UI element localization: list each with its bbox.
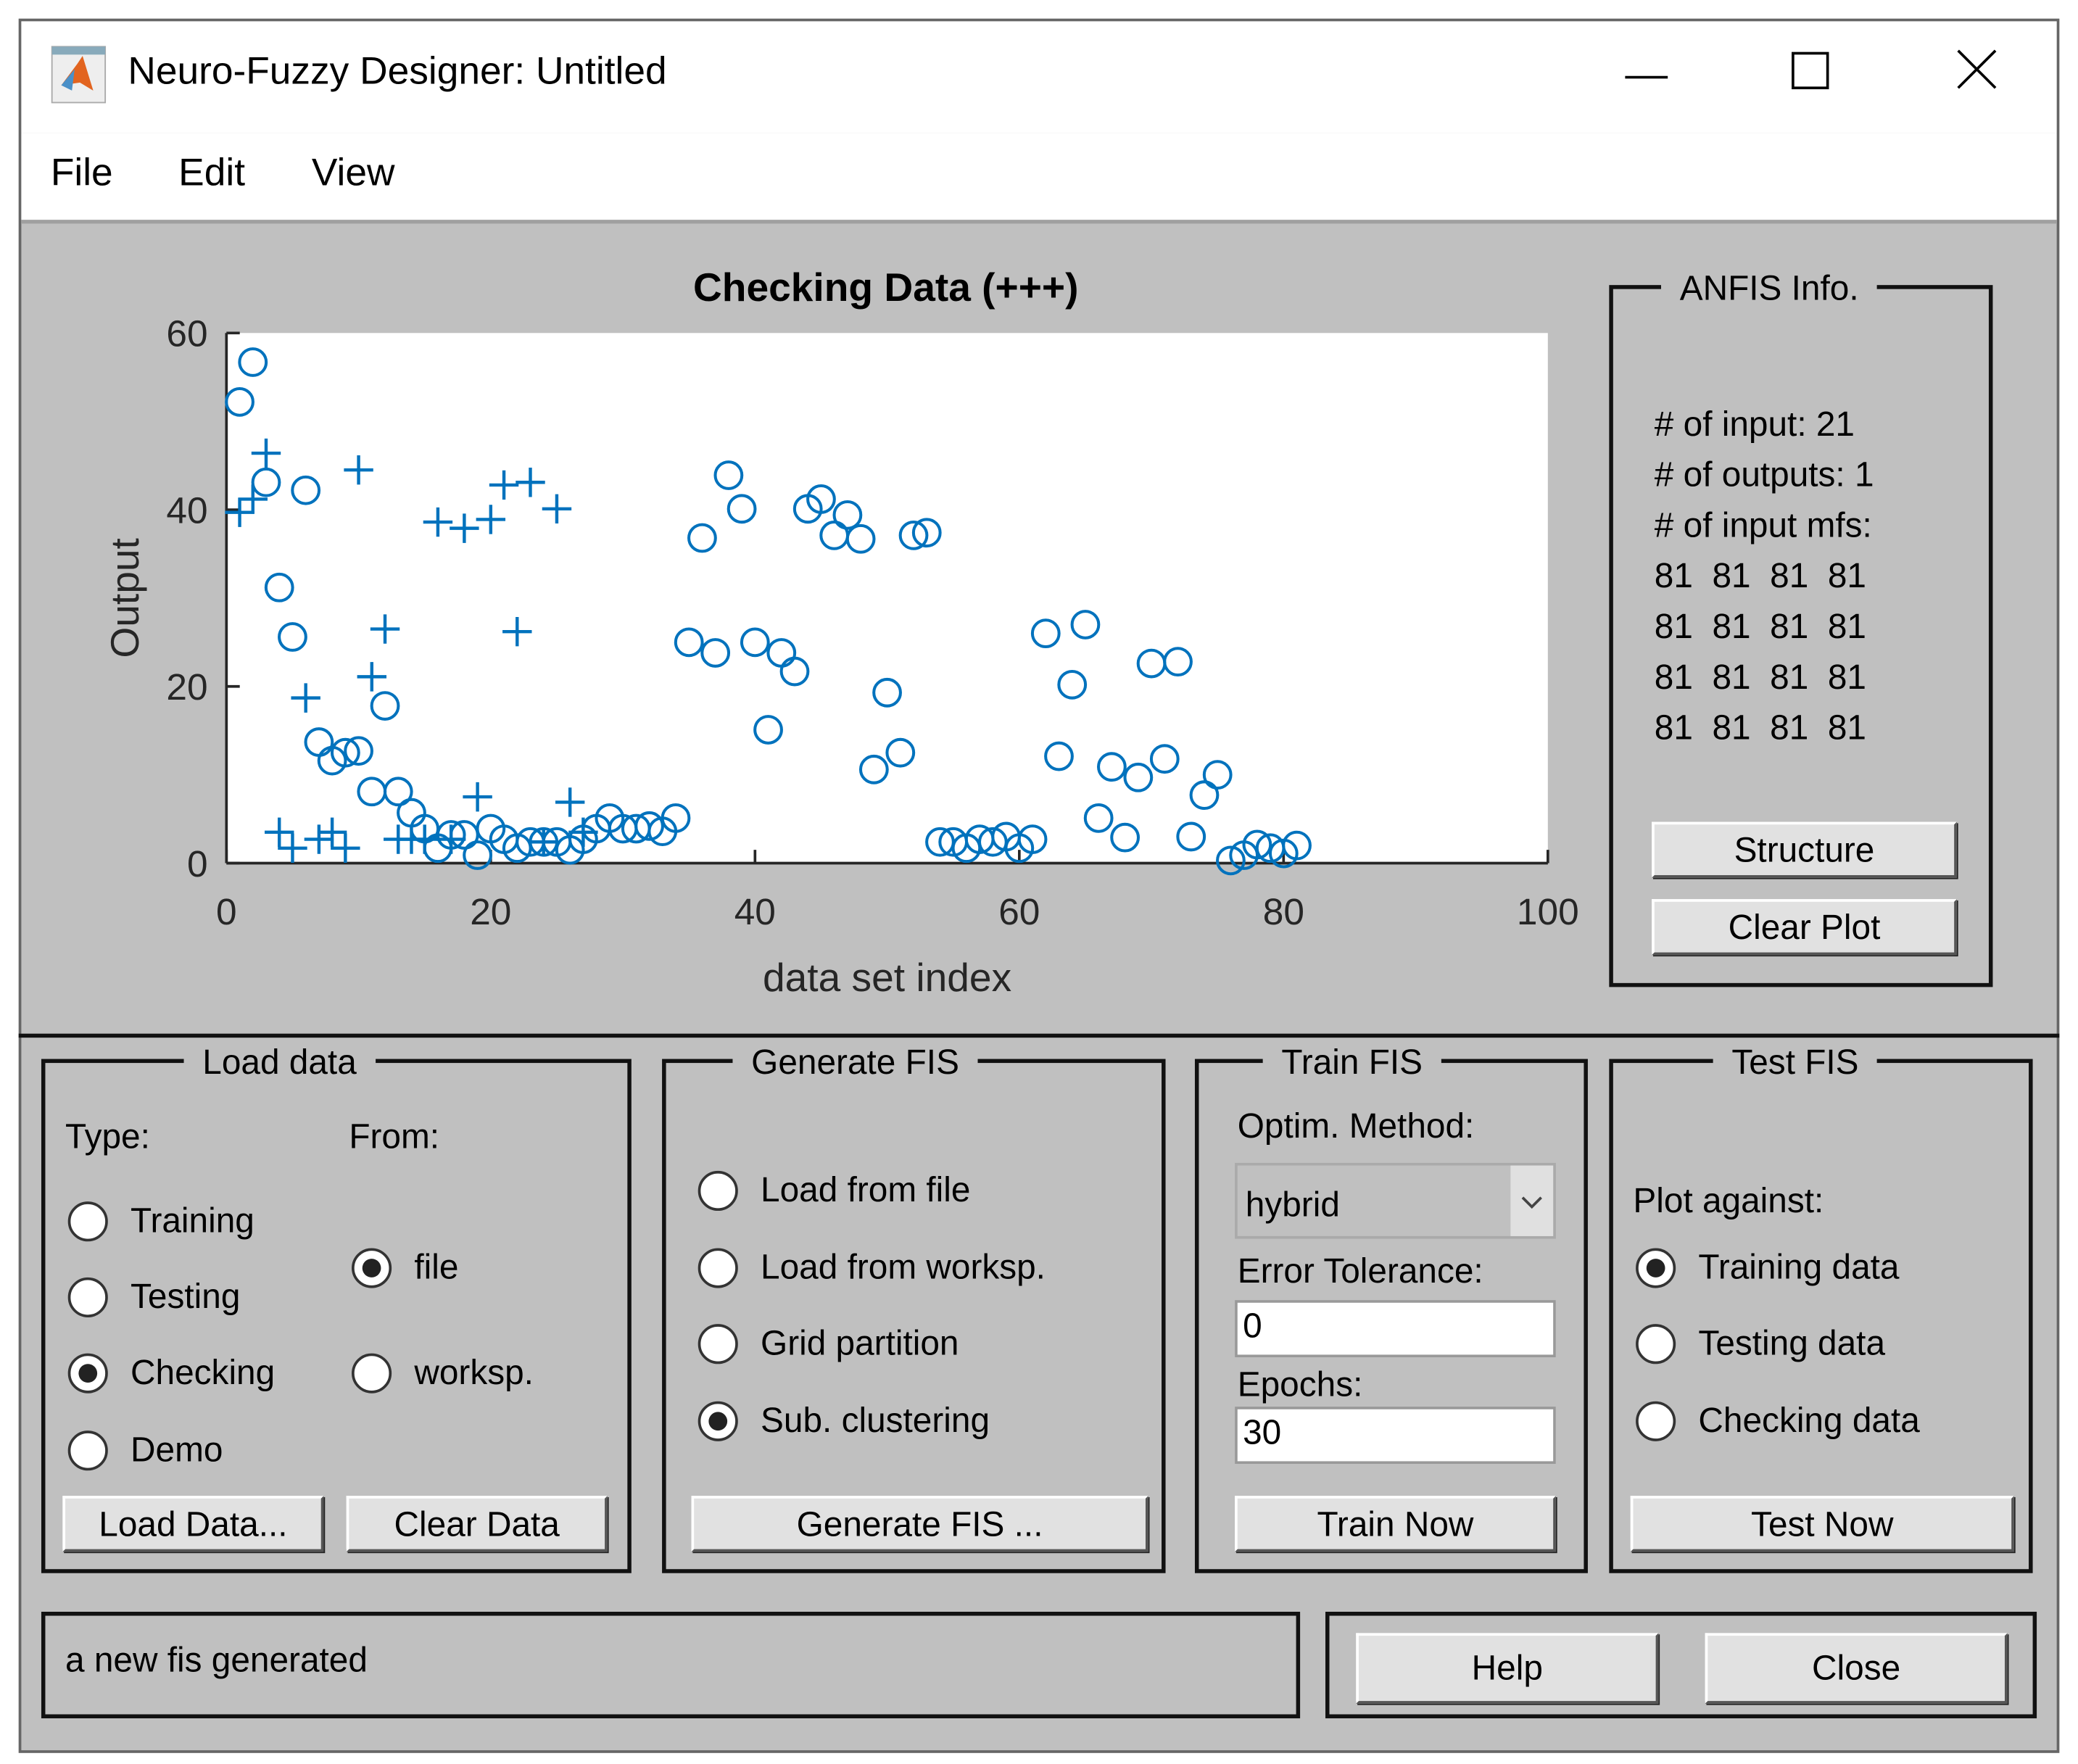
generate-fis-panel: Generate FIS Load from file Load from wor… <box>662 1041 1166 1573</box>
menu-file[interactable]: File <box>51 152 113 196</box>
title-bar: Neuro-Fuzzy Designer: Untitled <box>21 21 2057 133</box>
help-button[interactable]: Help <box>1356 1633 1659 1704</box>
from-radio[interactable] <box>352 1353 392 1394</box>
chevron-down-icon[interactable] <box>1510 1165 1554 1236</box>
menu-view[interactable]: View <box>312 152 395 196</box>
anfis-info-line: # of outputs: 1 <box>1654 454 1874 494</box>
type-label: Checking <box>131 1351 276 1392</box>
x-tick-label: 20 <box>470 890 511 932</box>
plot-against-radio[interactable] <box>1636 1248 1676 1288</box>
x-tick-label: 0 <box>216 890 237 932</box>
generate-fis-title: Generate FIS <box>732 1041 978 1083</box>
anfis-info-line: 81 81 81 81 <box>1654 605 1866 647</box>
from-label: worksp. <box>414 1351 534 1392</box>
plot-against-label: Checking data <box>1698 1399 1920 1441</box>
y-tick-label: 40 <box>166 489 207 531</box>
anfis-info-panel: ANFIS Info. # of input: 21 # of outputs: … <box>1609 268 1993 987</box>
from-label: From: <box>349 1116 440 1156</box>
y-tick-label: 0 <box>187 842 208 885</box>
optim-method-value: hybrid <box>1245 1184 1340 1225</box>
error-tolerance-label: Error Tolerance: <box>1237 1251 1483 1291</box>
generate-option-label: Grid partition <box>761 1322 959 1363</box>
plot-against-radio[interactable] <box>1636 1401 1676 1441</box>
x-tick-label: 80 <box>1263 890 1304 932</box>
epochs-label: Epochs: <box>1237 1364 1363 1404</box>
anfis-info-line: # of input: 21 <box>1654 403 1855 444</box>
load-data-button[interactable]: Load Data... <box>62 1496 324 1552</box>
plot-title: Checking Data (+++) <box>693 266 1079 311</box>
structure-button[interactable]: Structure <box>1652 821 1957 878</box>
anfis-info-title: ANFIS Info. <box>1660 268 1878 310</box>
help-close-panel: Help Close <box>1325 1612 2037 1718</box>
divider <box>18 1033 2060 1038</box>
status-panel: a new fis generated <box>41 1612 1301 1718</box>
clear-plot-button[interactable]: Clear Plot <box>1652 899 1957 956</box>
generate-option-radio[interactable] <box>698 1248 738 1288</box>
menu-bar: File Edit View <box>21 133 2057 224</box>
scatter-plot: 0 20 40 60 80 100 0 20 40 60 data set index Output <box>102 312 1579 1000</box>
error-tolerance-input[interactable]: 0 <box>1235 1300 1556 1358</box>
train-now-button[interactable]: Train Now <box>1235 1496 1556 1552</box>
from-radio[interactable] <box>352 1248 392 1288</box>
generate-option-radio[interactable] <box>698 1170 738 1212</box>
type-radio[interactable] <box>67 1430 108 1471</box>
plot-against-label: Testing data <box>1698 1322 1886 1363</box>
minimize-icon[interactable] <box>1620 51 1673 104</box>
x-tick-label: 100 <box>1517 890 1579 932</box>
test-fis-panel: Test FIS Plot against: Training data Test… <box>1609 1041 2033 1573</box>
anfis-info-line: 81 81 81 81 <box>1654 656 1866 697</box>
generate-option-radio[interactable] <box>698 1324 738 1365</box>
type-radio[interactable] <box>67 1201 108 1242</box>
type-radio[interactable] <box>67 1353 108 1394</box>
load-data-panel: Load data Type: From: Training Testing Che… <box>41 1041 632 1573</box>
menu-edit[interactable]: Edit <box>178 152 245 196</box>
plot-area <box>226 333 1548 864</box>
x-axis-label: data set index <box>763 955 1011 1000</box>
clear-data-button[interactable]: Clear Data <box>346 1496 608 1552</box>
test-now-button[interactable]: Test Now <box>1630 1496 2014 1552</box>
optim-method-label: Optim. Method: <box>1237 1105 1475 1146</box>
epochs-input[interactable]: 30 <box>1235 1407 1556 1465</box>
anfis-info-line: # of input mfs: <box>1654 505 1872 545</box>
generate-option-label: Sub. clustering <box>761 1399 990 1441</box>
type-label: Demo <box>131 1429 223 1470</box>
test-fis-title: Test FIS <box>1713 1041 1878 1083</box>
load-data-title: Load data <box>183 1041 376 1083</box>
train-fis-panel: Train FIS Optim. Method: hybrid Error To… <box>1194 1041 1588 1573</box>
matlab-logo-icon <box>51 46 107 104</box>
window-title: Neuro-Fuzzy Designer: Untitled <box>128 50 667 94</box>
generate-fis-button[interactable]: Generate FIS ... <box>691 1496 1148 1552</box>
generate-option-label: Load from worksp. <box>761 1246 1046 1287</box>
type-label: Training <box>131 1200 254 1241</box>
type-radio[interactable] <box>67 1277 108 1317</box>
optim-method-dropdown[interactable]: hybrid <box>1235 1162 1556 1239</box>
plot-against-label: Plot against: <box>1633 1180 1824 1220</box>
anfis-info-line: 81 81 81 81 <box>1654 707 1866 748</box>
anfis-info-line: 81 81 81 81 <box>1654 555 1866 596</box>
plot-against-radio[interactable] <box>1636 1324 1676 1365</box>
y-tick-label: 20 <box>166 666 207 708</box>
x-tick-label: 60 <box>998 890 1040 932</box>
y-axis-label: Output <box>102 538 147 658</box>
train-fis-title: Train FIS <box>1262 1041 1441 1083</box>
type-label: Testing <box>131 1276 241 1317</box>
maximize-icon[interactable] <box>1782 45 1835 98</box>
close-icon[interactable] <box>1950 45 2003 98</box>
close-button[interactable]: Close <box>1705 1633 2008 1704</box>
plot-against-label: Training data <box>1698 1246 1900 1287</box>
type-label: Type: <box>65 1116 150 1156</box>
from-label: file <box>414 1246 459 1287</box>
y-tick-label: 60 <box>166 312 207 355</box>
generate-option-radio[interactable] <box>698 1401 738 1441</box>
x-tick-label: 40 <box>734 890 776 932</box>
generate-option-label: Load from file <box>761 1169 971 1210</box>
status-text: a new fis generated <box>65 1639 368 1680</box>
